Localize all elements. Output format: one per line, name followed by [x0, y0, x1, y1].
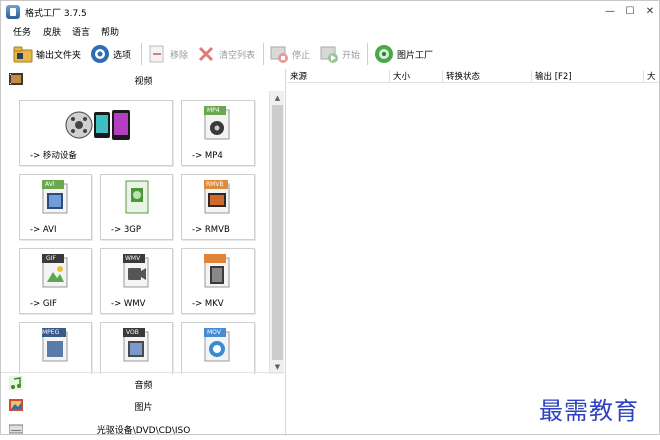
- disc-category-header[interactable]: 光驱设备\DVD\CD\ISO: [1, 418, 286, 440]
- clear-list-button[interactable]: 清空列表: [196, 42, 255, 66]
- tile-label: -> 3GP: [111, 225, 142, 235]
- task-list-header: 来源 大小 转换状态 输出 [F2] 大: [287, 69, 659, 83]
- remove-icon: [147, 44, 167, 64]
- tile-label: -> GIF: [30, 299, 57, 309]
- tile-label: -> 移动设备: [30, 151, 77, 161]
- column-size[interactable]: 大小: [390, 70, 443, 82]
- audio-category-label: 音频: [134, 381, 153, 391]
- stop-label: 停止: [292, 50, 311, 61]
- output-folder-label: 输出文件夹: [36, 50, 82, 61]
- menu-task[interactable]: 任务: [13, 25, 31, 38]
- tile-gif[interactable]: GIF -> GIF: [19, 248, 92, 314]
- options-button[interactable]: 选项: [90, 42, 131, 66]
- menu-skin[interactable]: 皮肤: [43, 25, 61, 38]
- start-button[interactable]: 开始: [319, 42, 360, 66]
- clear-list-label: 清空列表: [219, 50, 256, 61]
- tile-mobile-device[interactable]: -> 移动设备: [19, 100, 173, 166]
- picture-factory-icon: [374, 44, 394, 64]
- menu-bar: 任务 皮肤 语言 帮助: [1, 23, 659, 39]
- format-badge: RMVB: [206, 181, 224, 188]
- mkv-icon: [204, 254, 230, 288]
- column-source[interactable]: 来源: [287, 70, 390, 82]
- options-label: 选项: [113, 50, 132, 61]
- app-window: 格式工厂 3.7.5 — ☐ ✕ 任务 皮肤 语言 帮助 输出文件夹 选项 移除…: [0, 0, 660, 436]
- tile-avi[interactable]: AVI -> AVI: [19, 174, 92, 240]
- clear-list-icon: [196, 44, 216, 64]
- maximize-button[interactable]: ☐: [621, 4, 639, 20]
- category-scrollbar[interactable]: ▲ ▼: [269, 91, 284, 374]
- start-label: 开始: [342, 50, 361, 61]
- format-badge: MPEG: [42, 329, 60, 336]
- minimize-button[interactable]: —: [601, 4, 619, 20]
- picture-category-header[interactable]: 图片: [1, 395, 286, 417]
- format-badge: VOB: [126, 329, 139, 336]
- column-output-size[interactable]: 大: [644, 70, 659, 82]
- menu-language[interactable]: 语言: [72, 25, 90, 38]
- stop-icon: [269, 44, 289, 64]
- picture-factory-button[interactable]: 图片工厂: [374, 42, 433, 66]
- toolbar: 输出文件夹 选项 移除 清空列表 停止 开始 图片工厂: [1, 39, 659, 69]
- video-format-grid: -> 移动设备 MP4 -> MP4 AVI -> AVI -> 3GP RMV…: [1, 91, 269, 374]
- folder-icon: [13, 44, 33, 64]
- tile-label: -> WMV: [111, 299, 146, 309]
- watermark-text: 最需教育: [539, 397, 639, 425]
- toolbar-separator: [141, 43, 142, 65]
- format-badge: MOV: [207, 329, 221, 336]
- video-category-header[interactable]: 视频: [1, 69, 286, 91]
- tile-label: -> RMVB: [192, 225, 230, 235]
- format-badge: AVI: [45, 181, 55, 188]
- column-status[interactable]: 转换状态: [443, 70, 532, 82]
- remove-label: 移除: [170, 50, 189, 61]
- remove-button[interactable]: 移除: [147, 42, 188, 66]
- scroll-thumb[interactable]: [272, 105, 283, 360]
- audio-category-header[interactable]: 音频: [1, 372, 286, 394]
- tile-label: -> AVI: [30, 225, 57, 235]
- tile-vob[interactable]: VOB: [100, 322, 173, 374]
- 3gp-icon: [125, 180, 151, 214]
- tile-mov[interactable]: MOV: [181, 322, 255, 374]
- tile-label: -> MKV: [192, 299, 224, 309]
- tile-rmvb[interactable]: RMVB -> RMVB: [181, 174, 255, 240]
- options-gear-icon: [90, 44, 110, 64]
- stop-button[interactable]: 停止: [269, 42, 310, 66]
- format-badge: MP4: [207, 107, 220, 114]
- tile-3gp[interactable]: -> 3GP: [100, 174, 173, 240]
- mobile-device-icon: [64, 106, 144, 149]
- format-badge: GIF: [46, 255, 56, 262]
- close-button[interactable]: ✕: [641, 4, 659, 20]
- output-folder-button[interactable]: 输出文件夹: [13, 42, 81, 66]
- column-output[interactable]: 输出 [F2]: [532, 70, 644, 82]
- tile-mkv[interactable]: -> MKV: [181, 248, 255, 314]
- start-icon: [319, 44, 339, 64]
- app-logo-icon: [6, 5, 20, 19]
- category-panel: 视频 -> 移动设备 MP4 -> MP4 AVI -> AVI -> 3GP …: [1, 69, 286, 436]
- tile-wmv[interactable]: WMV -> WMV: [100, 248, 173, 314]
- scroll-up-icon[interactable]: ▲: [270, 91, 285, 105]
- toolbar-separator: [367, 43, 368, 65]
- picture-factory-label: 图片工厂: [397, 50, 434, 61]
- tile-label: -> MP4: [192, 151, 223, 161]
- tile-mpeg[interactable]: MPEG: [19, 322, 92, 374]
- toolbar-separator: [263, 43, 264, 65]
- format-badge: WMV: [125, 255, 141, 262]
- window-title: 格式工厂 3.7.5: [25, 9, 87, 19]
- picture-category-label: 图片: [134, 403, 153, 413]
- disc-category-label: 光驱设备\DVD\CD\ISO: [96, 426, 191, 436]
- menu-help[interactable]: 帮助: [101, 25, 119, 38]
- tile-mp4[interactable]: MP4 -> MP4: [181, 100, 255, 166]
- title-bar: 格式工厂 3.7.5 — ☐ ✕: [1, 1, 659, 23]
- task-list-panel: 来源 大小 转换状态 输出 [F2] 大: [287, 69, 659, 436]
- video-category-label: 视频: [134, 77, 153, 87]
